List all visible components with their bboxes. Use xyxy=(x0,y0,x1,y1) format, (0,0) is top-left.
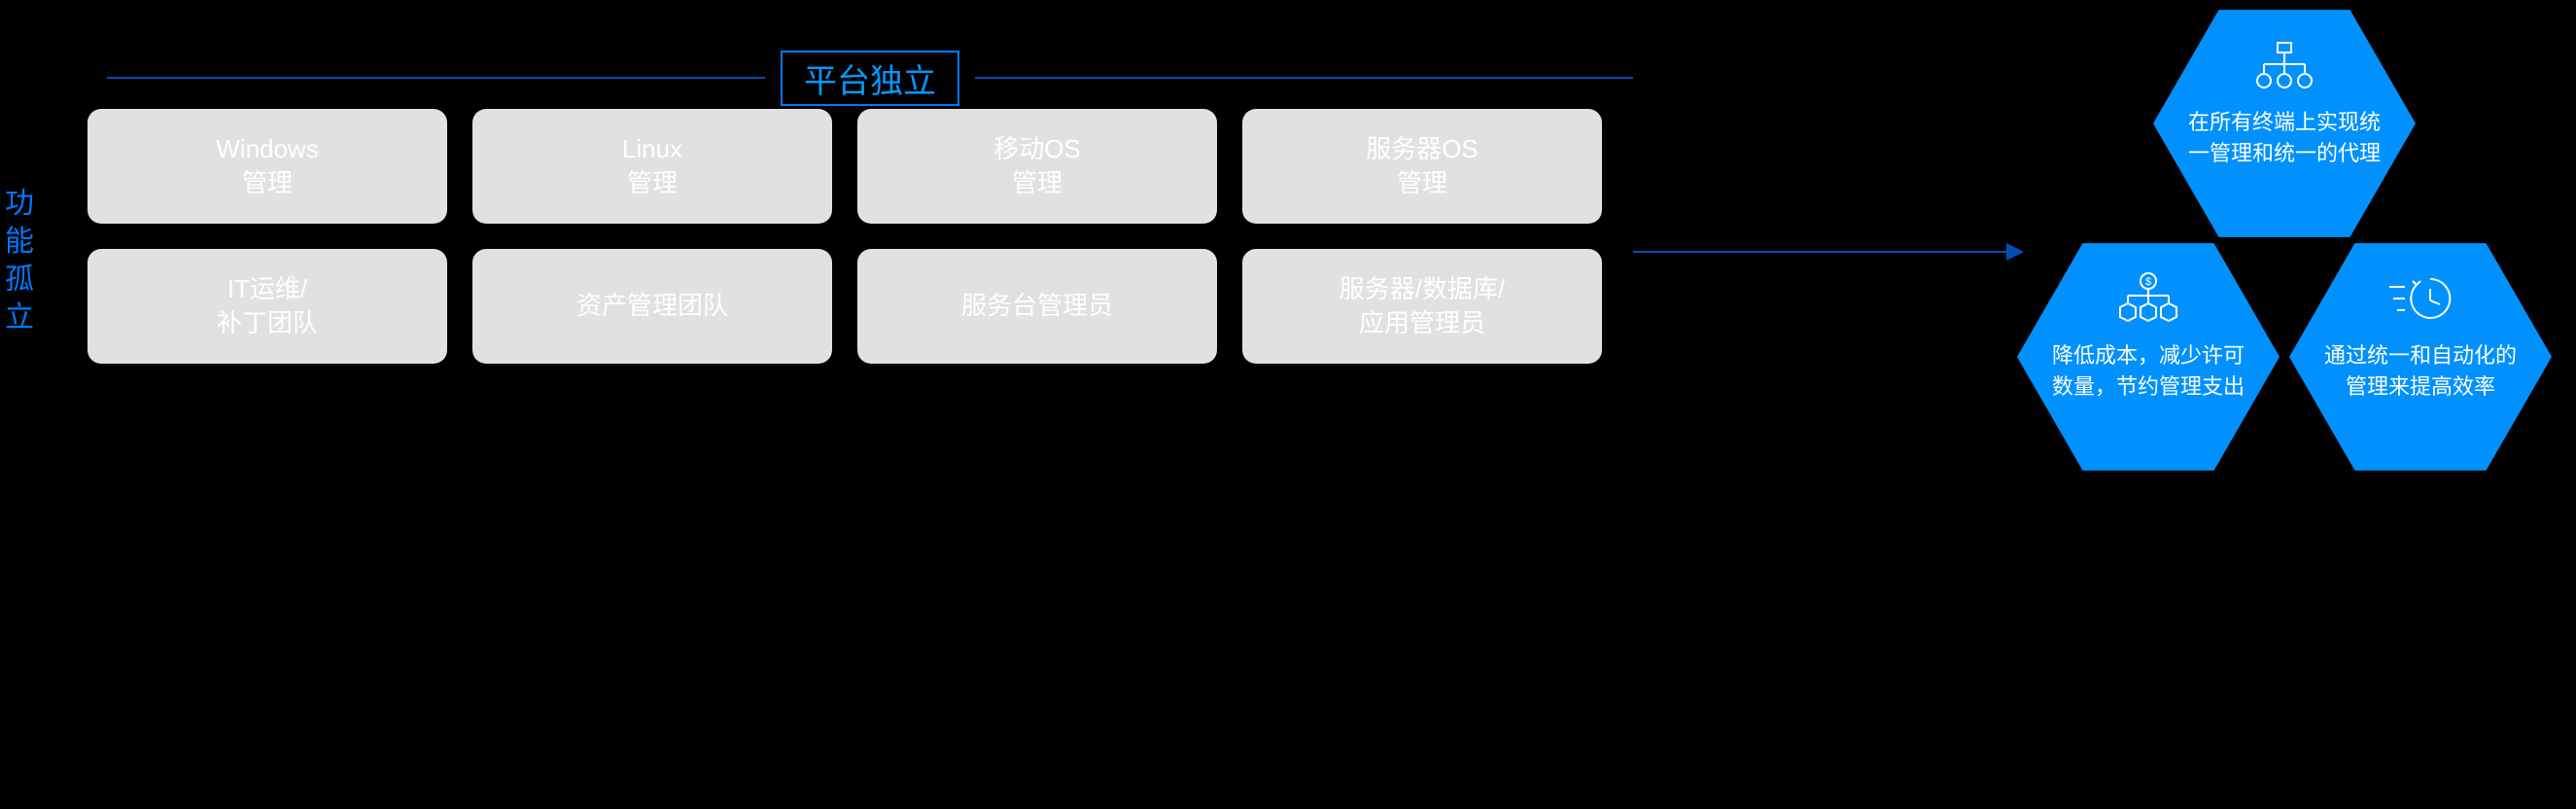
card-line2: 管理 xyxy=(1012,166,1062,200)
card-line2: 管理 xyxy=(242,166,293,200)
vertical-axis-label: 功能孤立 xyxy=(0,185,39,336)
card-line1: 服务器/数据库/ xyxy=(1340,272,1505,306)
hex-reduce-cost: $ 降低成本，减少许可数量，节约管理支出 xyxy=(2017,243,2280,471)
card-line1: Linux xyxy=(622,132,682,166)
card-mobile-os-mgmt: 移动OS 管理 xyxy=(857,109,1217,224)
card-server-os-mgmt: 服务器OS 管理 xyxy=(1242,109,1602,224)
heading-bracket: 平台独立 xyxy=(107,53,1633,102)
heading-title: 平台独立 xyxy=(781,51,959,106)
org-chart-icon xyxy=(2254,37,2315,93)
heading-line-right xyxy=(975,77,1633,79)
silo-row-teams: IT运维/ 补丁团队 资产管理团队 服务台管理员 服务器/数据库/ 应用管理员 xyxy=(87,249,1643,364)
card-line2: 补丁团队 xyxy=(217,306,318,340)
card-linux-mgmt: Linux 管理 xyxy=(472,109,832,224)
card-windows-mgmt: Windows 管理 xyxy=(87,109,447,224)
card-line2: 管理 xyxy=(627,166,678,200)
card-it-ops-patch: IT运维/ 补丁团队 xyxy=(87,249,447,364)
card-line1: IT运维/ xyxy=(227,272,307,306)
silo-card-grid: Windows 管理 Linux 管理 移动OS 管理 服务器OS 管理 IT运… xyxy=(87,109,1643,364)
hex-benefit-cluster: 在所有终端上实现统一管理和统一的代理 $ xyxy=(2012,10,2557,554)
hex-automation-efficiency: 通过统一和自动化的管理来提高效率 xyxy=(2289,243,2552,471)
card-service-desk-admin: 服务台管理员 xyxy=(857,249,1217,364)
card-line2: 应用管理员 xyxy=(1359,306,1485,340)
card-line1: 移动OS xyxy=(993,132,1081,166)
speed-clock-icon xyxy=(2387,270,2454,327)
card-line2: 管理 xyxy=(1397,166,1447,200)
arrow-right-icon xyxy=(1633,251,2022,253)
card-line1: 资产管理团队 xyxy=(576,289,728,323)
hex-text: 通过统一和自动化的管理来提高效率 xyxy=(2318,340,2523,403)
card-line1: 服务台管理员 xyxy=(961,289,1113,323)
card-line1: Windows xyxy=(216,132,318,166)
silo-row-platform: Windows 管理 Linux 管理 移动OS 管理 服务器OS 管理 xyxy=(87,109,1643,224)
svg-text:$: $ xyxy=(2145,276,2151,288)
heading-line-left xyxy=(107,77,765,79)
cost-boxes-icon: $ xyxy=(2118,270,2178,327)
card-line1: 服务器OS xyxy=(1366,132,1479,166)
hex-unified-agent: 在所有终端上实现统一管理和统一的代理 xyxy=(2153,10,2416,237)
hex-text: 降低成本，减少许可数量，节约管理支出 xyxy=(2046,340,2250,403)
card-server-db-app-admin: 服务器/数据库/ 应用管理员 xyxy=(1242,249,1602,364)
hex-text: 在所有终端上实现统一管理和统一的代理 xyxy=(2182,107,2386,169)
card-asset-mgmt-team: 资产管理团队 xyxy=(472,249,832,364)
